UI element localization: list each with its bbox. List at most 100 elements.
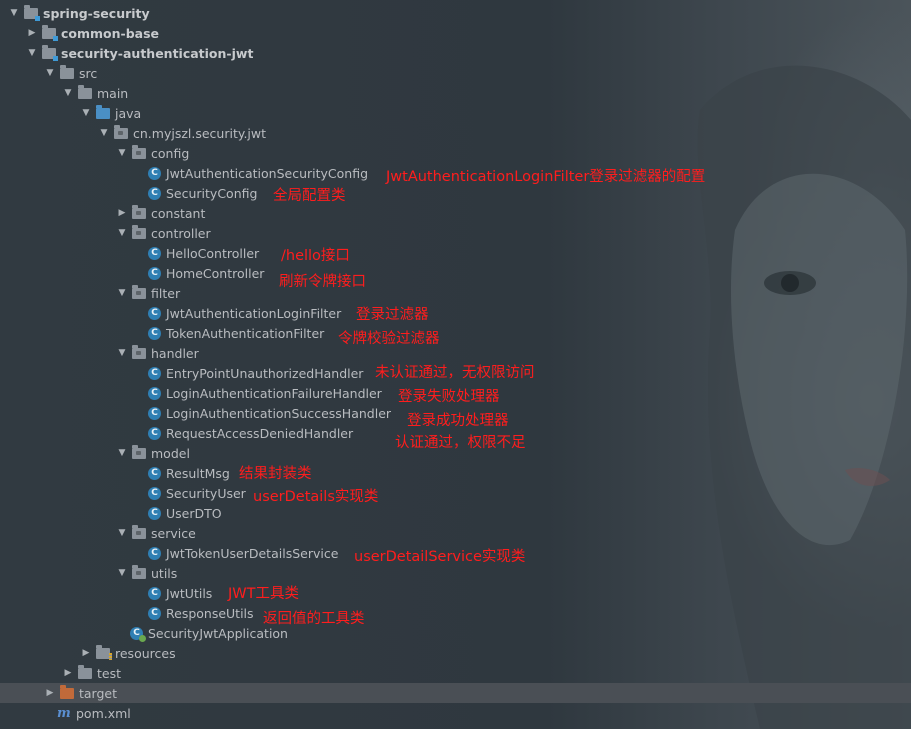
- tree-row[interactable]: ▼ filter: [0, 283, 911, 303]
- expand-arrow-icon[interactable]: ▼: [98, 123, 110, 143]
- tree-row[interactable]: C UserDTO: [0, 503, 911, 523]
- expand-arrow-icon[interactable]: ▼: [116, 523, 128, 543]
- expand-arrow-icon[interactable]: ▼: [116, 563, 128, 583]
- spring-boot-class-icon: C: [130, 626, 146, 642]
- tree-row[interactable]: C HomeController: [0, 263, 911, 283]
- expand-arrow-icon[interactable]: ▼: [62, 83, 74, 103]
- arrow-spacer: [134, 303, 146, 323]
- tree-row[interactable]: ▶ constant: [0, 203, 911, 223]
- arrow-spacer: [134, 163, 146, 183]
- tree-item-label: controller: [151, 225, 211, 241]
- maven-icon: m: [57, 705, 71, 721]
- class-icon: C: [148, 366, 161, 380]
- collapse-arrow-icon[interactable]: ▶: [26, 23, 38, 43]
- tree-row[interactable]: C SecurityJwtApplication: [0, 623, 911, 643]
- folder-icon: [78, 84, 92, 99]
- tree-row[interactable]: ▼ java: [0, 103, 911, 123]
- arrow-spacer: [134, 323, 146, 343]
- arrow-spacer: [44, 703, 56, 723]
- class-icon: C: [148, 166, 161, 180]
- tree-row[interactable]: ▼ spring-security: [0, 3, 911, 23]
- tree-row[interactable]: C TokenAuthenticationFilter: [0, 323, 911, 343]
- class-icon: C: [148, 486, 161, 500]
- tree-item-label: JwtAuthenticationSecurityConfig: [166, 165, 369, 181]
- tree-row[interactable]: C HelloController: [0, 243, 911, 263]
- tree-row[interactable]: C ResultMsg: [0, 463, 911, 483]
- tree-row[interactable]: ▼ utils: [0, 563, 911, 583]
- tree-row[interactable]: C JwtAuthenticationLoginFilter: [0, 303, 911, 323]
- expand-arrow-icon[interactable]: ▼: [116, 283, 128, 303]
- tree-row[interactable]: ▶ target: [0, 683, 911, 703]
- package-icon: [132, 204, 146, 219]
- tree-row[interactable]: ▼ src: [0, 63, 911, 83]
- tree-item-label: ResultMsg: [166, 465, 230, 481]
- expand-arrow-icon[interactable]: ▼: [116, 343, 128, 363]
- tree-item-label: resources: [115, 645, 176, 661]
- arrow-spacer: [134, 263, 146, 283]
- class-icon: C: [148, 246, 161, 260]
- tree-item-label: UserDTO: [166, 505, 222, 521]
- tree-row[interactable]: ▶ resources: [0, 643, 911, 663]
- collapse-arrow-icon[interactable]: ▶: [44, 683, 56, 703]
- annotation-note: 令牌校验过滤器: [338, 331, 440, 347]
- annotation-note: 全局配置类: [273, 188, 346, 204]
- expand-arrow-icon[interactable]: ▼: [116, 443, 128, 463]
- class-icon: C: [148, 546, 161, 560]
- collapse-arrow-icon[interactable]: ▶: [62, 663, 74, 683]
- expand-arrow-icon[interactable]: ▼: [80, 103, 92, 123]
- tree-row[interactable]: C SecurityConfig: [0, 183, 911, 203]
- tree-row[interactable]: C SecurityUser: [0, 483, 911, 503]
- folder-icon: [78, 664, 92, 679]
- tree-row[interactable]: ▼ controller: [0, 223, 911, 243]
- package-icon: [132, 524, 146, 539]
- tree-item-label: SecurityConfig: [166, 185, 258, 201]
- tree-item-label: HelloController: [166, 245, 260, 261]
- tree-row[interactable]: C ResponseUtils: [0, 603, 911, 623]
- resources-folder-icon: [96, 644, 112, 660]
- tree-row[interactable]: ▼ config: [0, 143, 911, 163]
- tree-row[interactable]: ▼ main: [0, 83, 911, 103]
- annotation-note: 登录成功处理器: [407, 413, 509, 429]
- package-icon: [132, 564, 146, 579]
- tree-row[interactable]: ▼ service: [0, 523, 911, 543]
- class-icon: C: [148, 586, 161, 600]
- tree-item-label: main: [97, 85, 129, 101]
- arrow-spacer: [134, 243, 146, 263]
- package-icon: [114, 124, 128, 139]
- collapse-arrow-icon[interactable]: ▶: [80, 643, 92, 663]
- tree-item-label: service: [151, 525, 196, 541]
- tree-item-label: handler: [151, 345, 199, 361]
- tree-item-label: filter: [151, 285, 181, 301]
- annotation-note: 认证通过，权限不足: [395, 435, 526, 451]
- arrow-spacer: [134, 403, 146, 423]
- annotation-note: JWT工具类: [228, 586, 299, 602]
- expand-arrow-icon[interactable]: ▼: [8, 3, 20, 23]
- tree-row[interactable]: ▶ common-base: [0, 23, 911, 43]
- expand-arrow-icon[interactable]: ▼: [44, 63, 56, 83]
- tree-item-label: JwtTokenUserDetailsService: [166, 545, 339, 561]
- arrow-spacer: [134, 503, 146, 523]
- tree-row[interactable]: ▼ cn.myjszl.security.jwt: [0, 123, 911, 143]
- tree-item-label: utils: [151, 565, 178, 581]
- tree-row[interactable]: C JwtUtils: [0, 583, 911, 603]
- tree-item-label: target: [79, 685, 118, 701]
- tree-row[interactable]: ▶ test: [0, 663, 911, 683]
- tree-item-label: HomeController: [166, 265, 265, 281]
- arrow-spacer: [134, 183, 146, 203]
- tree-row[interactable]: m pom.xml: [0, 703, 911, 723]
- arrow-spacer: [134, 363, 146, 383]
- expand-arrow-icon[interactable]: ▼: [116, 143, 128, 163]
- class-icon: C: [148, 426, 161, 440]
- expand-arrow-icon[interactable]: ▼: [116, 223, 128, 243]
- tree-item-label: TokenAuthenticationFilter: [166, 325, 325, 341]
- tree-row[interactable]: ▼ security-authentication-jwt: [0, 43, 911, 63]
- tree-item-label: security-authentication-jwt: [61, 45, 254, 61]
- class-icon: C: [148, 466, 161, 480]
- expand-arrow-icon[interactable]: ▼: [26, 43, 38, 63]
- collapse-arrow-icon[interactable]: ▶: [116, 203, 128, 223]
- annotation-note: /hello接口: [281, 248, 350, 264]
- tree-row[interactable]: ▼ handler: [0, 343, 911, 363]
- tree-item-label: cn.myjszl.security.jwt: [133, 125, 267, 141]
- annotation-note: userDetails实现类: [253, 489, 379, 505]
- package-icon: [132, 444, 146, 459]
